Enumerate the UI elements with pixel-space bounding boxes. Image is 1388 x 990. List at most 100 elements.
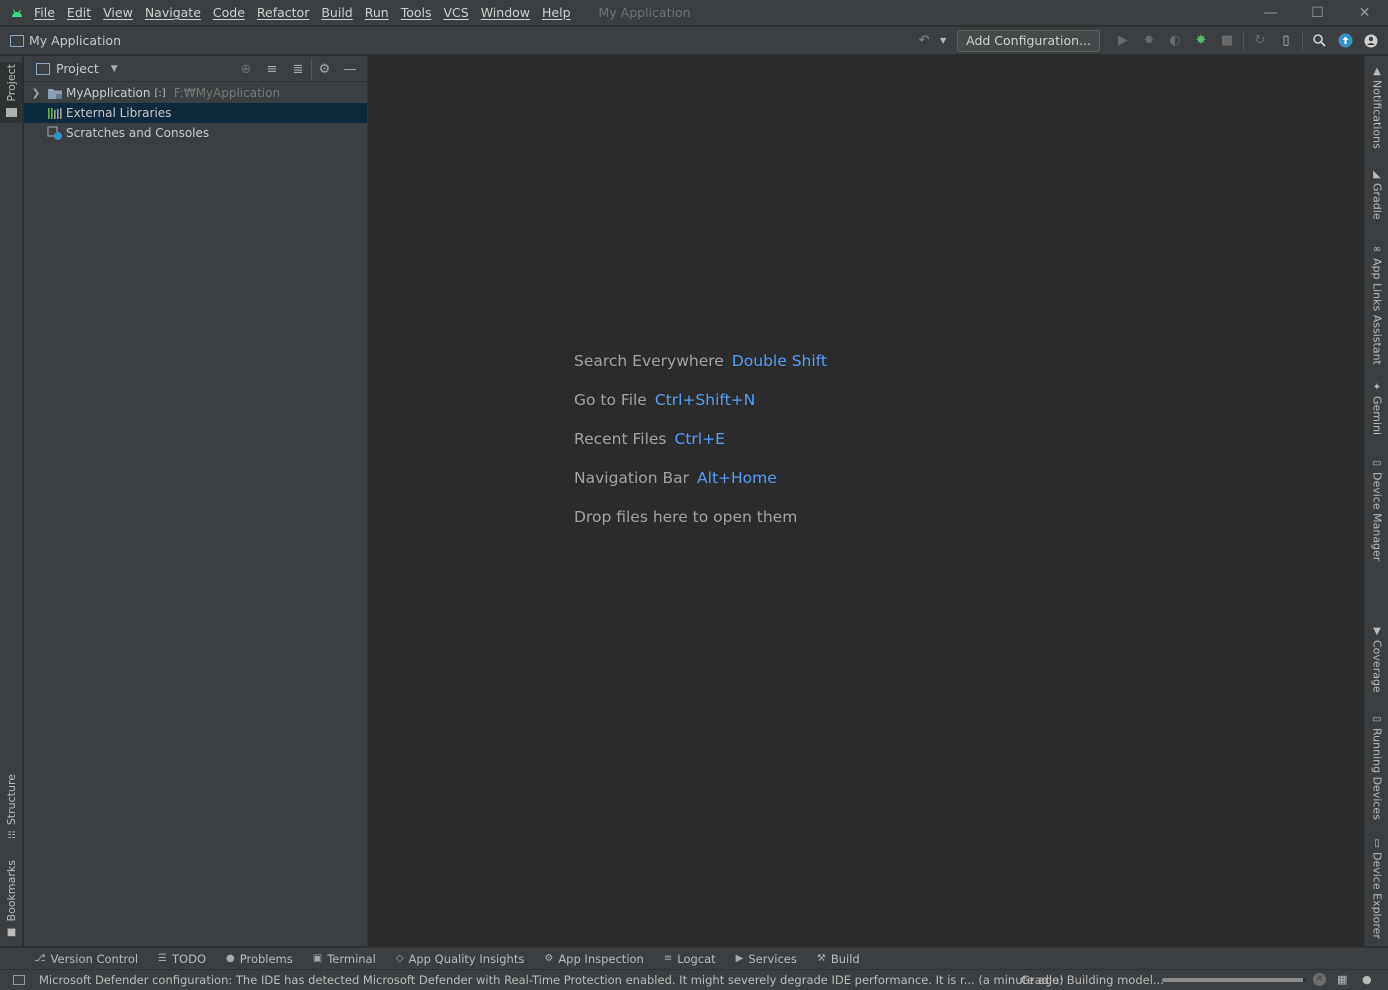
phone-icon: ▯ xyxy=(1374,838,1380,849)
build-tool-button[interactable]: ⚒ Build xyxy=(817,952,860,966)
build-label: Build xyxy=(830,951,860,966)
menu-window[interactable]: Window xyxy=(481,5,530,20)
toolbar-separator xyxy=(1302,31,1303,50)
menu-edit[interactable]: Edit xyxy=(67,5,91,20)
gemini-label: Gemini xyxy=(1370,396,1384,436)
branch-icon: ⎇ xyxy=(34,953,46,964)
hint-label: Recent Files xyxy=(574,430,667,448)
running-device-icon: ▭ xyxy=(1372,714,1382,725)
gemini-tool-button[interactable]: ✦ Gemini xyxy=(1365,382,1388,435)
services-tool-button[interactable]: ▶ Services xyxy=(736,952,797,966)
minimize-button[interactable]: — xyxy=(1247,0,1294,25)
tree-node-label: MyApplication xyxy=(66,86,151,100)
stop-icon[interactable]: ■ xyxy=(1214,30,1240,52)
menu-view[interactable]: View xyxy=(103,5,133,20)
profile-icon[interactable]: ◐ xyxy=(1162,30,1188,52)
structure-tool-button[interactable]: Structure ☷ xyxy=(0,774,23,841)
expand-all-icon[interactable]: ≡ xyxy=(259,58,285,80)
maximize-button[interactable]: ☐ xyxy=(1294,0,1341,25)
todo-tool-button[interactable]: ☰ TODO xyxy=(158,952,206,966)
hint-shortcut: Alt+Home xyxy=(697,469,777,487)
hammer-back-icon[interactable]: ↶ xyxy=(911,30,937,52)
locate-file-icon[interactable]: ⊕ xyxy=(233,58,259,80)
update-icon[interactable] xyxy=(1332,30,1358,52)
app-links-assistant-label: App Links Assistant xyxy=(1370,258,1384,365)
device-manager-tool-button[interactable]: ▭ Device Manager xyxy=(1365,458,1388,561)
menu-vcs[interactable]: VCS xyxy=(444,5,469,20)
hint-shortcut: Ctrl+Shift+N xyxy=(654,391,756,409)
problems-label: Problems xyxy=(239,951,293,966)
device-manager-icon[interactable]: ▯ xyxy=(1273,30,1299,52)
coverage-tool-button[interactable]: ▼ Coverage xyxy=(1365,626,1388,693)
background-task-status[interactable]: Gradle: Building model... xyxy=(1021,973,1164,987)
menu-file[interactable]: File xyxy=(34,5,55,20)
chevron-down-icon[interactable]: ▼ xyxy=(111,64,118,74)
device-explorer-tool-button[interactable]: ▯ Device Explorer xyxy=(1365,838,1388,939)
run-icon[interactable]: ▶ xyxy=(1110,30,1136,52)
cancel-task-icon[interactable]: ✕ xyxy=(1313,973,1326,986)
window-controls: — ☐ ✕ xyxy=(1247,0,1388,25)
notifications-status-icon[interactable]: ● xyxy=(1362,973,1372,986)
gemini-sparkle-icon: ✦ xyxy=(1372,382,1382,393)
logcat-tool-button[interactable]: ≡ Logcat xyxy=(664,952,716,966)
window-title: My Application xyxy=(598,5,691,20)
menu-run[interactable]: Run xyxy=(365,5,389,20)
status-message[interactable]: Microsoft Defender configuration: The ID… xyxy=(39,973,1064,987)
app-links-assistant-tool-button[interactable]: ∞ App Links Assistant xyxy=(1365,244,1388,365)
close-button[interactable]: ✕ xyxy=(1341,0,1388,25)
tree-node-label: External Libraries xyxy=(66,106,172,120)
gradle-label: Gradle xyxy=(1370,183,1384,220)
app-inspection-tool-button[interactable]: ⚙ App Inspection xyxy=(544,952,644,966)
running-devices-tool-button[interactable]: ▭ Running Devices xyxy=(1365,714,1388,820)
problems-tool-button[interactable]: ● Problems xyxy=(226,952,293,966)
tree-node-label: Scratches and Consoles xyxy=(66,126,210,140)
memory-indicator-icon[interactable]: ▦ xyxy=(1337,973,1347,986)
debug-icon[interactable]: ✸ xyxy=(1136,30,1162,52)
toggle-tool-windows-icon[interactable] xyxy=(13,975,25,985)
attach-debugger-icon[interactable]: ✸ xyxy=(1188,30,1214,52)
menu-refactor[interactable]: Refactor xyxy=(257,5,309,20)
account-icon[interactable] xyxy=(1358,30,1384,52)
menu-navigate[interactable]: Navigate xyxy=(145,5,201,20)
version-control-label: Version Control xyxy=(50,951,139,966)
tree-node-myapplication[interactable]: ❯ MyApplication [:] F:₩MyApplication xyxy=(24,83,367,103)
app-quality-insights-label: App Quality Insights xyxy=(408,951,525,966)
menu-help[interactable]: Help xyxy=(542,5,571,20)
sync-gradle-icon[interactable]: ↻ xyxy=(1247,30,1273,52)
version-control-tool-button[interactable]: ⎇ Version Control xyxy=(34,952,138,966)
project-tool-button[interactable]: Project xyxy=(0,62,23,123)
services-label: Services xyxy=(748,951,797,966)
tree-node-scratches[interactable]: Scratches and Consoles xyxy=(24,123,367,143)
logcat-label: Logcat xyxy=(677,951,716,966)
chevron-right-icon[interactable]: ❯ xyxy=(26,88,46,99)
chevron-down-icon[interactable]: ▼ xyxy=(937,30,949,52)
app-quality-insights-tool-button[interactable]: ◇ App Quality Insights xyxy=(396,952,525,966)
device-icon: ▭ xyxy=(1372,458,1382,469)
bookmarks-tool-button[interactable]: Bookmarks ■ xyxy=(0,860,23,938)
project-folder-icon xyxy=(10,34,24,47)
breadcrumb-project[interactable]: My Application xyxy=(29,33,121,48)
hint-go-to-file: Go to File Ctrl+Shift+N xyxy=(574,391,755,409)
notifications-tool-button[interactable]: ▲ Notifications xyxy=(1365,66,1388,149)
add-configuration-button[interactable]: Add Configuration... xyxy=(957,29,1100,52)
hint-recent-files: Recent Files Ctrl+E xyxy=(574,430,725,448)
module-badge: [:] xyxy=(154,87,166,99)
menu-tools[interactable]: Tools xyxy=(401,5,432,20)
editor-empty-area[interactable]: Search Everywhere Double Shift Go to File… xyxy=(369,56,1363,946)
hammer-icon: ⚒ xyxy=(816,953,826,964)
hint-search-everywhere: Search Everywhere Double Shift xyxy=(574,352,827,370)
device-explorer-label: Device Explorer xyxy=(1370,852,1384,939)
gear-icon[interactable]: ⚙ xyxy=(311,58,337,80)
menu-build[interactable]: Build xyxy=(321,5,352,20)
project-view-selector[interactable]: Project xyxy=(56,61,99,76)
gradle-tool-button[interactable]: ◣ Gradle xyxy=(1365,169,1388,220)
menu-bar: File Edit View Navigate Code Refactor Bu… xyxy=(0,0,1388,25)
collapse-all-icon[interactable]: ≣ xyxy=(285,58,311,80)
terminal-icon: ▣ xyxy=(312,953,323,964)
terminal-tool-button[interactable]: ▣ Terminal xyxy=(313,952,376,966)
tree-node-external-libraries[interactable]: External Libraries xyxy=(24,103,367,123)
terminal-label: Terminal xyxy=(327,951,376,966)
menu-code[interactable]: Code xyxy=(213,5,245,20)
search-icon[interactable] xyxy=(1306,30,1332,52)
hide-panel-icon[interactable]: — xyxy=(337,58,363,80)
